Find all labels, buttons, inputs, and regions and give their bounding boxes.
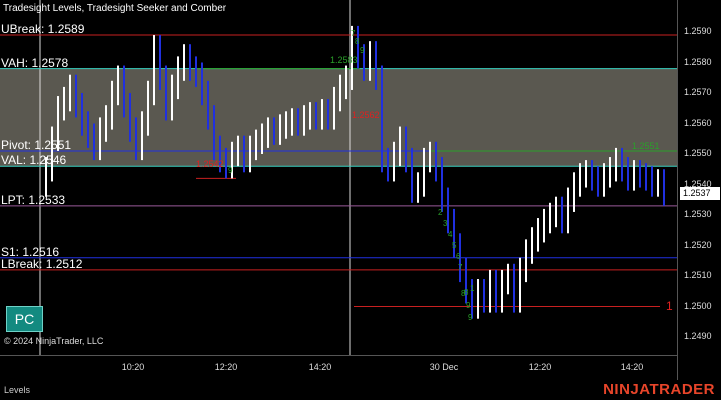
level-label-3: VAL: 1.2546: [1, 153, 67, 168]
level-label-2: Pivot: 1.2551: [1, 137, 72, 152]
value-area-band: [0, 68, 677, 167]
count-label-12: 8: [461, 289, 466, 298]
time-axis[interactable]: 10:20 12:20 14:20 30 Dec 12:20 14:20: [0, 355, 677, 380]
chart-area[interactable]: 1.2583 1.2542 1.2562 1.2551 7 8 9 9 7 8 9 2 3 4 5 6 8 9 1 …: [0, 0, 677, 355]
seeker-label-2: 1.2562: [352, 110, 380, 120]
count-label-1: 8: [355, 37, 360, 46]
price-tick-0: 1.2590: [684, 26, 712, 36]
count-label-3: 9: [228, 166, 233, 175]
time-tick-0: 10:20: [121, 362, 145, 372]
time-tick-1: 12:20: [214, 362, 238, 372]
count-label-8: 3: [443, 219, 448, 228]
count-label-14: 1: [470, 284, 475, 293]
current-price-marker: 1.2537: [680, 186, 720, 200]
tab-levels[interactable]: Levels: [4, 385, 30, 395]
count-label-11: 6: [456, 252, 461, 261]
level-label-0: UBreak: 1.2589: [1, 22, 85, 37]
brand-logo: NINJATRADER: [603, 381, 715, 398]
level-label-4: LPT: 1.2533: [1, 192, 66, 207]
level-label-6: LBreak: 1.2512: [1, 256, 83, 271]
count-label-6: 9: [468, 313, 473, 322]
target-marker: 1: [666, 299, 673, 313]
count-label-2: 9: [360, 46, 365, 55]
time-tick-5: 14:20: [620, 362, 644, 372]
seeker-label-3: 1.2551: [632, 141, 660, 151]
price-tick-10: 1.2490: [684, 331, 712, 341]
count-label-13: 9: [466, 301, 471, 310]
price-tick-6: 1.2530: [684, 209, 712, 219]
price-tick-7: 1.2520: [684, 239, 712, 250]
indicator-title: Tradesight Levels, Tradesight Seeker and…: [3, 3, 227, 14]
count-label-7: 2: [438, 208, 443, 217]
count-label-9: 4: [448, 230, 453, 239]
copyright-text: © 2024 NinjaTrader, LLC: [4, 336, 104, 346]
price-tick-2: 1.2570: [684, 87, 712, 97]
time-tick-4: 12:20: [528, 362, 552, 372]
price-chart[interactable]: 1.25831.25421.25621.2551789978923456891: [0, 0, 677, 355]
price-tick-3: 1.2560: [684, 117, 712, 128]
price-tick-4: 1.2550: [684, 148, 712, 158]
seeker-label-1: 1.2542: [196, 159, 224, 169]
count-label-10: 5: [452, 241, 457, 250]
time-tick-3: 30 Dec: [429, 362, 459, 372]
pc-button[interactable]: PC: [6, 306, 43, 332]
time-tick-2: 14:20: [308, 362, 332, 372]
bottom-bar: Levels NINJATRADER: [0, 380, 721, 400]
price-tick-8: 1.2510: [684, 270, 712, 280]
price-tick-9: 1.2500: [684, 300, 712, 311]
level-label-1: VAH: 1.2578: [1, 55, 69, 70]
seeker-label-0: 1.2583: [330, 55, 358, 65]
count-label-4: 7: [458, 263, 463, 272]
price-tick-1: 1.2580: [684, 56, 712, 67]
price-axis[interactable]: 1.2590 1.2580 1.2570 1.2560 1.2550 1.2540 1.25…: [677, 0, 721, 380]
